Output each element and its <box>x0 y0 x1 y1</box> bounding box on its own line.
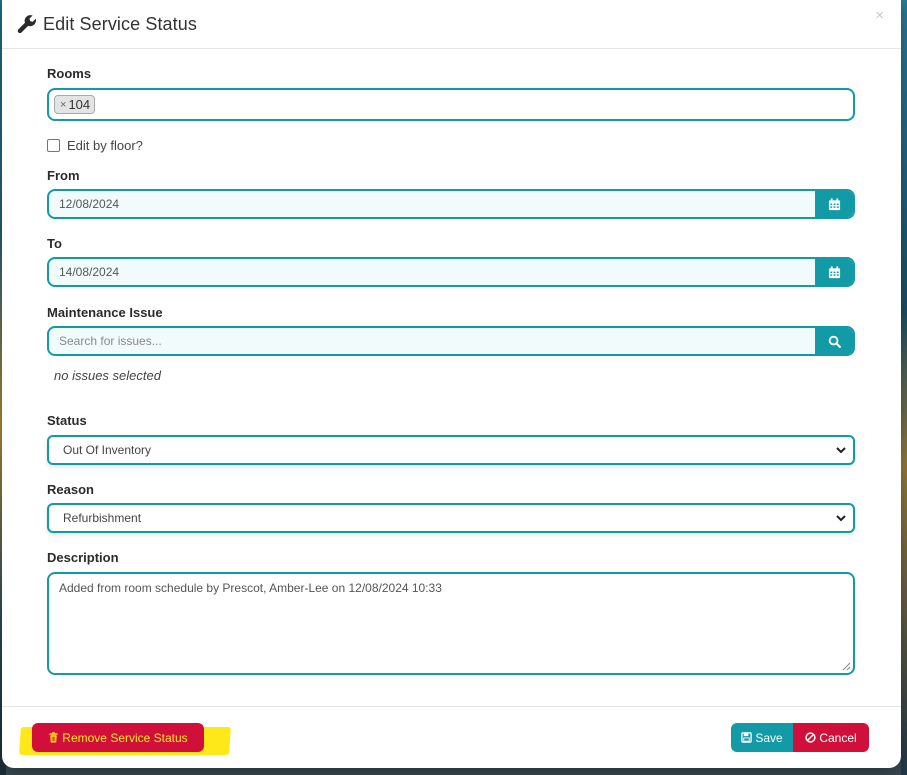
from-calendar-button[interactable] <box>815 191 853 217</box>
save-button[interactable]: Save <box>731 723 793 752</box>
ban-icon <box>805 732 816 743</box>
maintenance-search-button[interactable] <box>815 328 853 354</box>
calendar-icon <box>828 197 840 210</box>
room-tag: × 104 <box>54 95 96 114</box>
close-icon[interactable]: × <box>875 8 884 24</box>
from-date-group: 12/08/2024 <box>47 189 855 219</box>
no-issues-text: no issues selected <box>54 368 161 383</box>
reason-select[interactable]: Refurbishment <box>47 503 855 533</box>
modal-header: Edit Service Status × <box>2 0 901 49</box>
description-text: Added from room schedule by Prescot, Amb… <box>59 581 442 595</box>
search-icon <box>828 335 841 348</box>
tag-remove-icon[interactable]: × <box>60 99 66 111</box>
remove-service-status-button[interactable]: Remove Service Status <box>32 723 204 752</box>
save-icon <box>741 732 753 743</box>
reason-label: Reason <box>47 482 94 497</box>
edit-by-floor-checkbox[interactable] <box>47 139 60 152</box>
backdrop-right <box>901 0 907 775</box>
calendar-icon <box>828 265 840 278</box>
edit-by-floor-label: Edit by floor? <box>67 138 143 153</box>
modal-footer: Remove Service Status Save Cancel <box>2 706 901 768</box>
chevron-down-icon <box>836 515 846 522</box>
remove-button-label: Remove Service Status <box>62 730 188 745</box>
edit-service-status-modal: Edit Service Status × Rooms × 104 Edit b… <box>2 0 901 768</box>
edit-by-floor-row: Edit by floor? <box>47 138 143 153</box>
description-label: Description <box>47 550 119 565</box>
cancel-button[interactable]: Cancel <box>793 723 869 752</box>
to-date-input[interactable]: 14/08/2024 <box>49 259 815 285</box>
reason-selected-value: Refurbishment <box>63 511 142 525</box>
save-button-label: Save <box>755 730 783 745</box>
status-select[interactable]: Out Of Inventory <box>47 435 855 465</box>
from-label: From <box>47 168 80 183</box>
trash-icon <box>49 732 58 743</box>
status-label: Status <box>47 413 87 428</box>
maintenance-label: Maintenance Issue <box>47 305 163 320</box>
maintenance-search-input[interactable]: Search for issues... <box>49 328 815 354</box>
wrench-icon <box>17 15 37 34</box>
rooms-input[interactable]: × 104 <box>47 88 855 121</box>
description-textarea[interactable]: Added from room schedule by Prescot, Amb… <box>47 572 855 675</box>
rooms-label: Rooms <box>47 66 92 81</box>
to-calendar-button[interactable] <box>815 259 853 285</box>
chevron-down-icon <box>836 447 846 454</box>
from-date-input[interactable]: 12/08/2024 <box>49 191 815 217</box>
room-tag-value: 104 <box>68 97 91 112</box>
modal-title: Edit Service Status <box>43 13 197 34</box>
cancel-button-label: Cancel <box>819 730 857 745</box>
to-date-group: 14/08/2024 <box>47 257 855 287</box>
resize-grip-icon[interactable] <box>841 661 851 671</box>
to-label: To <box>47 236 62 251</box>
footer-button-group: Save Cancel <box>731 723 869 752</box>
maintenance-search-group: Search for issues... <box>47 326 855 356</box>
status-selected-value: Out Of Inventory <box>63 443 152 457</box>
